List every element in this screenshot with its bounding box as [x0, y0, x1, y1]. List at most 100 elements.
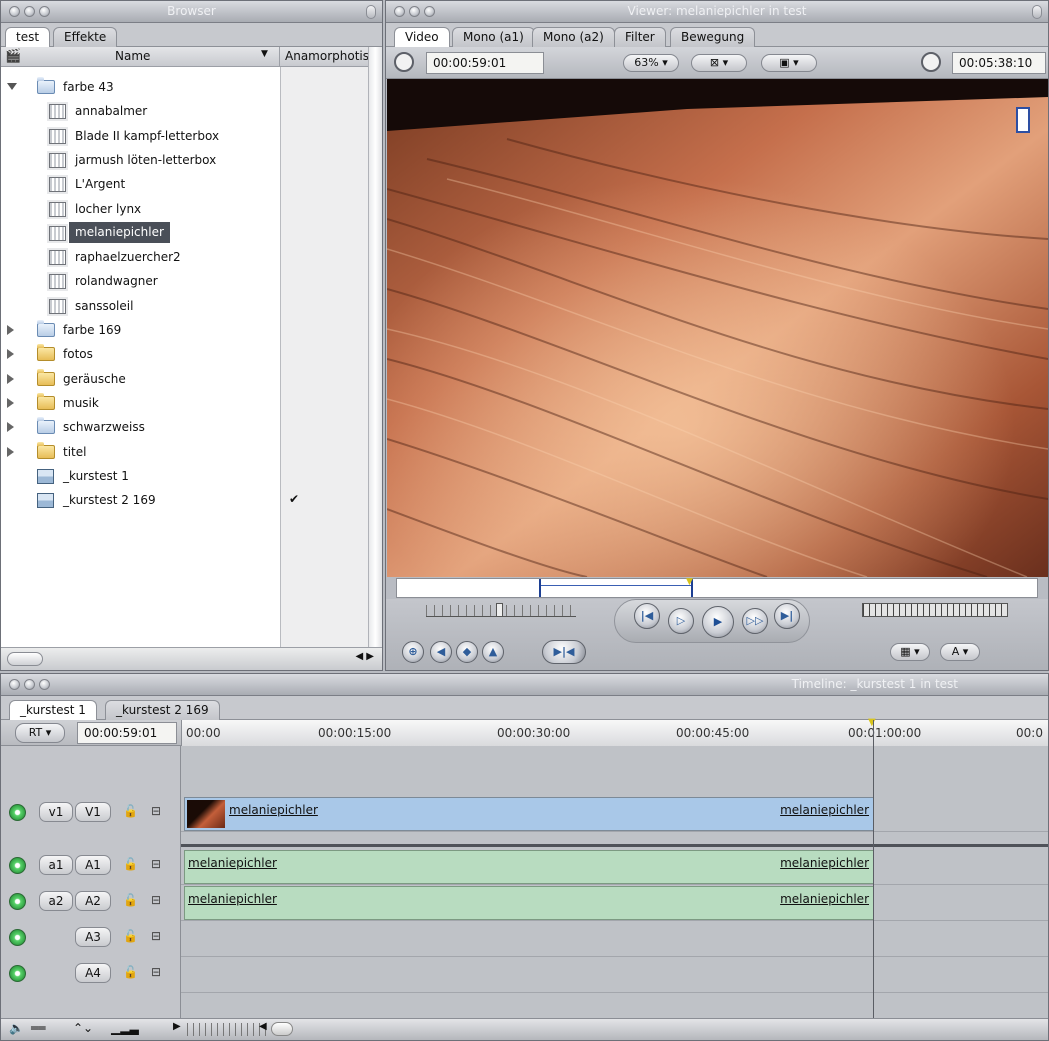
audio-enable-icon[interactable] — [9, 857, 26, 874]
shuttle-slider[interactable] — [426, 603, 576, 617]
keyframe-graph-icon[interactable]: ⌃⌄ — [73, 1021, 93, 1035]
overlay-popup[interactable]: ▣ ▾ — [761, 54, 817, 72]
disclosure-closed-icon[interactable] — [7, 397, 14, 408]
track-lock-icon[interactable]: 🔓 — [123, 929, 138, 943]
list-item[interactable]: rolandwagner — [1, 269, 280, 293]
clip-overlay-icon[interactable]: ══ — [31, 1021, 45, 1035]
track-lock-icon[interactable]: 🔓 — [123, 893, 138, 907]
list-item[interactable]: Blade II kampf-letterbox — [1, 124, 280, 148]
play-button[interactable]: ▶ — [702, 606, 734, 638]
zoom-right-arrow-icon[interactable]: ▶ — [173, 1021, 181, 1032]
scrubber-bar[interactable]: ▼ — [396, 577, 1038, 598]
list-item[interactable]: sanssoleil — [1, 294, 280, 318]
timeline-track[interactable]: melaniepichler melaniepichler — [181, 885, 1048, 921]
track-visibility-icon[interactable] — [9, 804, 26, 821]
list-item[interactable]: schwarzweiss — [1, 415, 280, 439]
column-anamorphic[interactable]: Anamorphotis — [285, 49, 369, 63]
list-item[interactable]: titel — [1, 440, 280, 464]
rt-popup[interactable]: RT ▾ — [15, 723, 65, 743]
add-marker-button[interactable]: ▲ — [482, 641, 504, 663]
list-item[interactable]: geräusche — [1, 367, 280, 391]
audio-toggle-icon[interactable]: 🔈 — [9, 1021, 24, 1035]
tab-kurstest-1[interactable]: _kurstest 1 — [9, 700, 97, 721]
play-around-button[interactable]: ▷▷ — [742, 608, 768, 634]
tab-mono-a2[interactable]: Mono (a2) — [532, 27, 615, 47]
next-edit-button[interactable]: ▶| — [774, 603, 800, 629]
auto-select-icon[interactable]: ⊟ — [151, 929, 163, 943]
timeline-timecode[interactable]: 00:00:59:01 — [77, 722, 177, 744]
tab-effekte[interactable]: Effekte — [53, 27, 118, 47]
disclosure-closed-icon[interactable] — [7, 446, 14, 457]
timeline-track[interactable]: melaniepichler melaniepichler — [181, 849, 1048, 885]
destination-track-button[interactable]: A3 — [75, 927, 111, 947]
zoom-slider[interactable] — [187, 1023, 267, 1036]
view-popup[interactable]: ⊠ ▾ — [691, 54, 747, 72]
timeline-scroll-thumb[interactable] — [271, 1022, 293, 1036]
minimize-button[interactable] — [24, 679, 35, 690]
audio-clip[interactable]: melaniepichler melaniepichler — [184, 886, 874, 920]
audio-enable-icon[interactable] — [9, 965, 26, 982]
audio-enable-icon[interactable] — [9, 929, 26, 946]
list-item[interactable]: L'Argent — [1, 172, 280, 196]
in-point-marker[interactable] — [539, 579, 541, 597]
track-lock-icon[interactable]: 🔓 — [123, 857, 138, 871]
destination-track-button[interactable]: A4 — [75, 963, 111, 983]
close-button[interactable] — [9, 679, 20, 690]
scroll-thumb[interactable] — [7, 652, 43, 666]
list-item[interactable]: _kurstest 1 — [1, 464, 280, 488]
track-lock-icon[interactable]: 🔓 — [123, 804, 138, 818]
tab-video[interactable]: Video — [394, 27, 450, 48]
viewer-titlebar[interactable]: Viewer: melaniepichler in test — [386, 1, 1048, 23]
window-buttons[interactable] — [9, 679, 50, 690]
horizontal-scrollbar[interactable]: ◀ ▶ — [1, 647, 382, 670]
match-frame-button[interactable]: ⊕ — [402, 641, 424, 663]
toolbar-toggle-button[interactable] — [1032, 5, 1042, 19]
current-timecode[interactable]: 00:00:59:01 — [426, 52, 544, 74]
disclosure-closed-icon[interactable] — [7, 422, 14, 433]
list-item[interactable]: farbe 169 — [1, 318, 280, 342]
scroll-left-arrow-icon[interactable]: ◀ — [259, 1021, 267, 1032]
disclosure-open-icon[interactable] — [7, 83, 17, 90]
mark-in-button[interactable]: ◀ — [430, 641, 452, 663]
auto-select-icon[interactable]: ⊟ — [151, 857, 163, 871]
list-item[interactable]: fotos — [1, 342, 280, 366]
add-keyframe-button[interactable]: ◆ — [456, 641, 478, 663]
video-frame[interactable] — [387, 79, 1048, 577]
tab-test[interactable]: test — [5, 27, 51, 48]
destination-track-button[interactable]: V1 — [75, 802, 111, 822]
list-item[interactable]: musik — [1, 391, 280, 415]
auto-select-icon[interactable]: ⊟ — [151, 804, 163, 818]
prev-edit-button[interactable]: |◀ — [634, 603, 660, 629]
jog-control[interactable] — [862, 603, 1008, 617]
shuttle-thumb[interactable] — [496, 603, 503, 617]
zoom-button[interactable] — [39, 679, 50, 690]
list-item[interactable]: _kurstest 2 169 — [1, 488, 280, 512]
source-track-button[interactable]: v1 — [39, 802, 73, 822]
source-track-button[interactable]: a2 — [39, 891, 73, 911]
auto-select-icon[interactable]: ⊟ — [151, 965, 163, 979]
disclosure-closed-icon[interactable] — [7, 325, 14, 335]
duration-timecode[interactable]: 00:05:38:10 — [952, 52, 1046, 74]
mark-in-out-button[interactable]: ▶|◀ — [542, 640, 586, 664]
playhead-icon[interactable]: ▼ — [868, 717, 876, 728]
timeline-track[interactable] — [181, 921, 1048, 957]
disclosure-closed-icon[interactable] — [7, 373, 14, 384]
destination-track-button[interactable]: A1 — [75, 855, 111, 875]
disclosure-closed-icon[interactable] — [7, 349, 14, 360]
timeline-titlebar[interactable]: Timeline: _kurstest 1 in test — [1, 674, 1048, 696]
toolbar-toggle-button[interactable] — [366, 5, 376, 19]
tab-filter[interactable]: Filter — [614, 27, 666, 47]
tab-kurstest-2-169[interactable]: _kurstest 2 169 — [105, 700, 220, 720]
list-item[interactable]: locher lynx — [1, 197, 280, 221]
anamorphic-checkmark-icon[interactable]: ✔ — [289, 492, 299, 506]
vertical-scrollbar[interactable] — [368, 47, 382, 649]
playhead-line[interactable] — [873, 720, 874, 1040]
playhead-icon[interactable]: ▼ — [686, 577, 693, 587]
auto-select-icon[interactable]: ⊟ — [151, 893, 163, 907]
list-item[interactable]: farbe 43 — [1, 75, 280, 99]
tab-bewegung[interactable]: Bewegung — [670, 27, 756, 47]
audio-enable-icon[interactable] — [9, 893, 26, 910]
time-ruler[interactable]: 00:00 00:00:15:00 00:00:30:00 00:00:45:0… — [181, 717, 1048, 746]
list-item[interactable]: raphaelzuercher2 — [1, 245, 280, 269]
track-height-icon[interactable]: ▁▂▃ — [111, 1021, 139, 1035]
